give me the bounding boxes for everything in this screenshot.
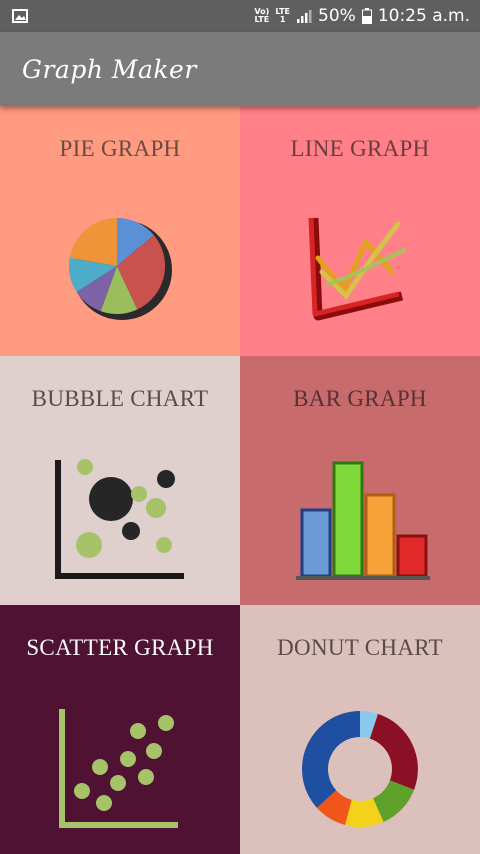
tile-label-pie-graph: PIE GRAPH xyxy=(59,136,181,161)
tile-bubble-chart[interactable]: BUBBLE CHART xyxy=(0,356,240,605)
bubble-chart-icon xyxy=(55,459,184,579)
tile-label-bubble-chart: BUBBLE CHART xyxy=(31,386,209,411)
tile-scatter-graph[interactable]: SCATTER GRAPH xyxy=(0,605,240,854)
app-title: Graph Maker xyxy=(22,54,197,84)
tile-line-graph[interactable]: LINE GRAPH xyxy=(240,106,480,356)
scatter-chart-icon xyxy=(59,709,178,828)
tile-bar-graph[interactable]: BAR GRAPH xyxy=(240,356,480,605)
chart-type-grid: PIE GRAPH LINE GRAPH BUBBLE CHART BAR GR… xyxy=(0,106,480,854)
status-bar: Vo) LTE LTE 1 50% 10:25 a.m. xyxy=(0,0,480,32)
gallery-notification-icon xyxy=(12,9,28,23)
tile-pie-graph[interactable]: PIE GRAPH xyxy=(0,106,240,356)
volte-indicator: Vo) LTE xyxy=(254,7,270,24)
tile-label-scatter-graph: SCATTER GRAPH xyxy=(26,635,214,660)
pie-chart-icon xyxy=(68,217,172,320)
tile-label-line-graph: LINE GRAPH xyxy=(290,136,430,161)
line-chart-icon xyxy=(308,217,406,321)
signal-strength-icon xyxy=(297,10,312,23)
tile-label-bar-graph: BAR GRAPH xyxy=(293,386,427,411)
tile-donut-chart[interactable]: DONUT CHART xyxy=(240,605,480,854)
battery-percentage: 50% xyxy=(318,6,356,26)
app-bar: Graph Maker xyxy=(0,32,480,106)
clock: 10:25 a.m. xyxy=(377,6,470,26)
tile-label-donut-chart: DONUT CHART xyxy=(277,635,443,660)
lte-indicator: LTE 1 xyxy=(275,7,291,24)
donut-chart-icon xyxy=(302,711,418,827)
bar-chart-icon xyxy=(296,461,430,580)
battery-icon xyxy=(361,8,372,24)
